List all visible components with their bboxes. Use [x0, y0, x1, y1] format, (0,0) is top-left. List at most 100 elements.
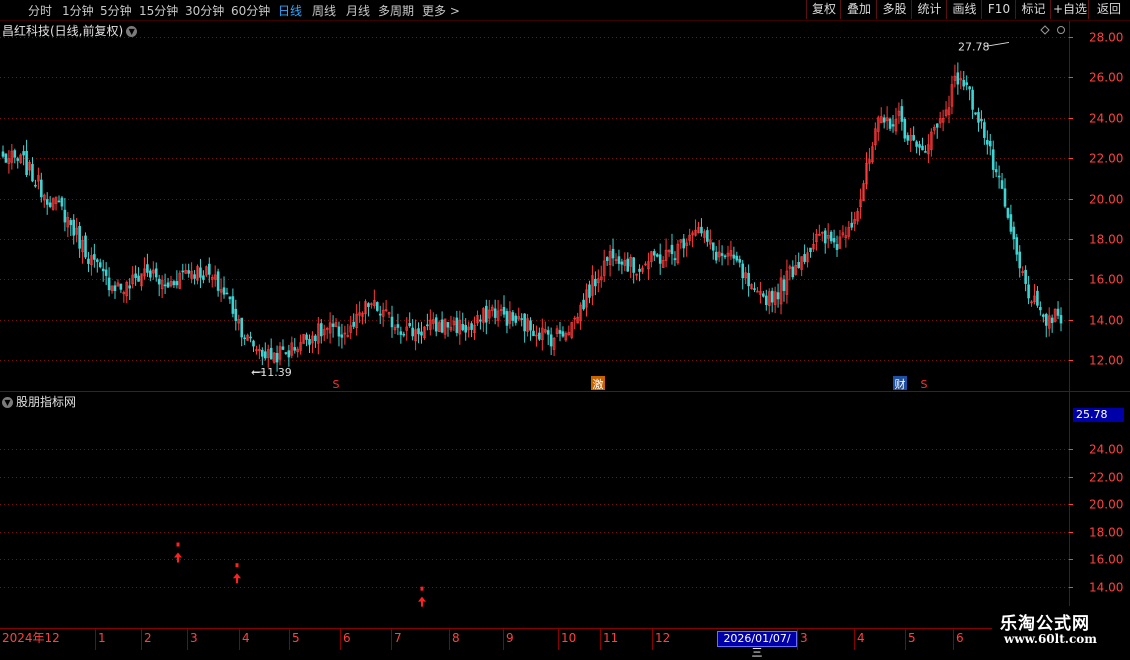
candle-body [1056, 308, 1060, 316]
candle-body [470, 323, 473, 330]
candle-body [764, 295, 768, 306]
candle-body [558, 330, 562, 334]
chevron-down-icon[interactable]: ▼ [126, 26, 138, 37]
candle-body [402, 333, 406, 336]
candle-body [231, 296, 235, 314]
candle-body [175, 281, 179, 286]
period-tab[interactable]: 多周期 [378, 2, 414, 19]
toolbar-button[interactable]: F10 [981, 0, 1016, 19]
candle-body [1012, 226, 1016, 240]
candle-body [782, 279, 786, 291]
candle-body [653, 251, 656, 256]
candle-body [375, 302, 379, 311]
toolbar-button[interactable]: 返回 [1088, 0, 1129, 19]
candle-body [617, 256, 621, 264]
period-tab[interactable]: 更多 > [422, 2, 460, 19]
candle-body [367, 303, 370, 307]
kline-chart[interactable]: 28.00 26.00 24.00 22.00 20.00 18.00 16.00 14.00… [0, 0, 1130, 650]
candle-body [1000, 180, 1004, 189]
candle-body [154, 268, 158, 278]
candle-body [485, 305, 488, 323]
date-label: 8 [452, 631, 460, 645]
circle-icon [1057, 26, 1065, 34]
candle-body [915, 141, 918, 147]
candle-body [269, 347, 273, 360]
candle-body [261, 349, 264, 357]
period-tab[interactable]: 30分钟 [185, 2, 224, 19]
y-tick-label: 16.00 [1089, 553, 1123, 567]
candle-body [13, 150, 17, 158]
candle-body [63, 209, 67, 223]
candle-body [638, 268, 641, 272]
candle-body [770, 290, 774, 303]
candle-body [287, 350, 291, 358]
toolbar-button[interactable]: 复权 [806, 0, 841, 19]
candle-body [823, 230, 827, 244]
candle-body [134, 273, 137, 279]
candle-body [655, 254, 659, 257]
candle-body [1003, 188, 1007, 207]
date-label: 2024年12 [2, 631, 60, 645]
candle-body [791, 266, 795, 278]
toolbar-button[interactable]: 多股 [876, 0, 912, 19]
high-label: 27.78 [958, 40, 990, 53]
candle-body [832, 238, 836, 243]
candle-body [281, 346, 285, 350]
candle-body [263, 351, 267, 359]
period-tab[interactable]: 60分钟 [231, 2, 270, 19]
candle-body [107, 277, 111, 291]
candle-body [714, 251, 718, 261]
candle-body [903, 118, 907, 139]
candle-body [234, 308, 238, 321]
candle-body [891, 124, 895, 127]
candle-body [157, 278, 161, 285]
y-tick-label: 26.00 [1089, 71, 1123, 85]
toolbar-button[interactable]: 标记 [1015, 0, 1051, 19]
candle-body [420, 331, 423, 336]
candle-body [146, 264, 149, 273]
period-toolbar: 分时 1分钟 5分钟 15分钟 30分钟 60分钟 日线 周线 月线 多周期 更多 > 复权 叠加 多股统… [0, 0, 1130, 21]
period-tab[interactable]: 周线 [312, 2, 336, 19]
toolbar-button[interactable]: 画线 [946, 0, 982, 19]
candle-body [60, 197, 64, 207]
candle-body [935, 123, 939, 128]
candle-body [149, 270, 152, 278]
period-tab[interactable]: 日线 [278, 2, 302, 19]
candle-body [1036, 290, 1039, 306]
indicator-title[interactable]: ▼ 股朋指标网 [2, 393, 76, 410]
period-tab[interactable]: 1分钟 [62, 2, 94, 19]
candle-body [199, 267, 202, 278]
date-label: 10 [561, 631, 576, 645]
period-tab[interactable]: 月线 [346, 2, 370, 19]
candle-body [682, 238, 686, 249]
chevron-down-icon[interactable]: ▼ [2, 397, 13, 408]
candle-body [426, 324, 429, 327]
date-label: 11 [603, 631, 618, 645]
candle-body [137, 275, 140, 282]
toolbar-button[interactable]: 统计 [911, 0, 947, 19]
candle-body [971, 89, 974, 110]
date-label: 12 [655, 631, 670, 645]
candle-body [673, 258, 677, 261]
date-label: 3 [190, 631, 198, 645]
toolbar-button[interactable]: +自选 [1050, 0, 1089, 19]
candle-body [829, 231, 833, 242]
stock-title[interactable]: 昌红科技(日线,前复权) ▼ [2, 22, 138, 39]
date-label: 1 [98, 631, 106, 645]
candle-body [732, 254, 736, 259]
date-label: 7 [394, 631, 402, 645]
candle-body [1024, 269, 1027, 284]
candle-body [850, 222, 854, 228]
candle-body [747, 272, 750, 287]
candle-body [340, 334, 344, 338]
period-tab[interactable]: 5分钟 [100, 2, 132, 19]
candle-body [738, 259, 742, 263]
candle-body [588, 284, 591, 298]
y-tick-label: 20.00 [1089, 193, 1123, 207]
period-tab[interactable]: 15分钟 [139, 2, 178, 19]
toolbar-button[interactable]: 叠加 [840, 0, 877, 19]
candle-body [720, 253, 724, 256]
period-tab[interactable]: 分时 [28, 2, 52, 19]
candle-body [974, 112, 977, 115]
event-marker: 财 [895, 377, 906, 391]
